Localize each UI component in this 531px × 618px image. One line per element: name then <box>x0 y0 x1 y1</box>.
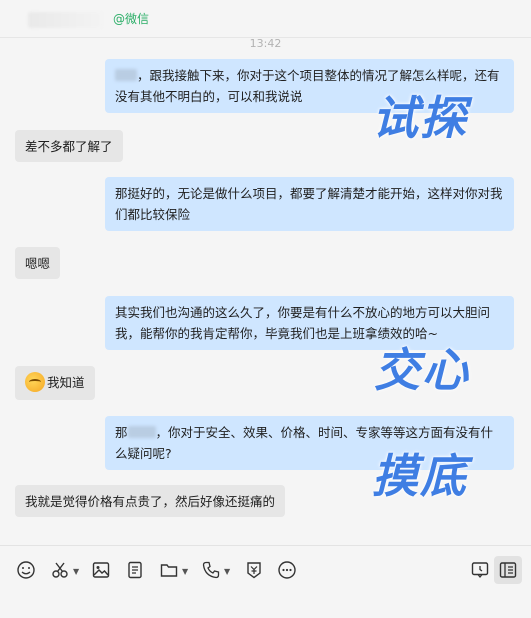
overlay-caption-bottom: 摸底 <box>372 449 468 503</box>
input-toolbar: ▼ ▼ ▼ <box>0 545 531 618</box>
chevron-down-icon[interactable]: ▼ <box>224 567 230 576</box>
message-text: 我知道 <box>47 375 85 390</box>
message-prefix: 那 <box>115 425 128 440</box>
message-bubble-left[interactable]: 差不多都了解了 <box>15 130 123 162</box>
message-bubble-left[interactable]: 我就是觉得价格有点贵了，然后好像还挺痛的 <box>15 485 286 517</box>
message-bubble-right[interactable]: 其实我们也沟通的这么久了，你要是有什么不放心的地方可以大胆问我，能帮你的我肯定帮… <box>105 296 514 350</box>
laughing-emoji-icon <box>25 372 45 392</box>
redacted-name <box>127 426 156 438</box>
message-timestamp: 13:42 <box>249 37 282 50</box>
redacted-name <box>115 69 137 81</box>
phone-icon[interactable] <box>201 560 221 580</box>
contact-wechat-tag: @微信 <box>113 12 150 26</box>
contact-name-blurred[interactable] <box>28 12 102 28</box>
red-packet-icon[interactable] <box>244 560 264 580</box>
message-text: 差不多都了解了 <box>25 139 113 154</box>
message-text: 我就是觉得价格有点贵了，然后好像还挺痛的 <box>25 494 276 509</box>
chat-history-icon[interactable] <box>470 560 490 580</box>
image-icon[interactable] <box>91 560 111 580</box>
message-bubble-right[interactable]: 那挺好的，无论是做什么项目，都要了解清楚才能开始，这样对你对我们都比较保险 <box>105 177 514 231</box>
chevron-down-icon[interactable]: ▼ <box>73 567 79 576</box>
chat-header: @微信 <box>0 0 531 38</box>
message-bubble-left[interactable]: 嗯嗯 <box>15 247 61 279</box>
overlay-caption-heart: 交心 <box>374 343 470 397</box>
sidebar-icon[interactable] <box>498 560 518 580</box>
scissors-icon[interactable] <box>50 560 70 580</box>
message-text: 那挺好的，无论是做什么项目，都要了解清楚才能开始，这样对你对我们都比较保险 <box>115 186 503 222</box>
more-icon[interactable] <box>277 560 297 580</box>
document-icon[interactable] <box>125 560 145 580</box>
folder-icon[interactable] <box>159 560 179 580</box>
message-bubble-left[interactable]: 我知道 <box>15 366 95 400</box>
message-text: 其实我们也沟通的这么久了，你要是有什么不放心的地方可以大胆问我，能帮你的我肯定帮… <box>115 305 491 341</box>
message-text: 嗯嗯 <box>25 256 51 271</box>
emoji-icon[interactable] <box>16 560 36 580</box>
overlay-caption-probe: 试探 <box>372 91 468 145</box>
chevron-down-icon[interactable]: ▼ <box>182 567 188 576</box>
